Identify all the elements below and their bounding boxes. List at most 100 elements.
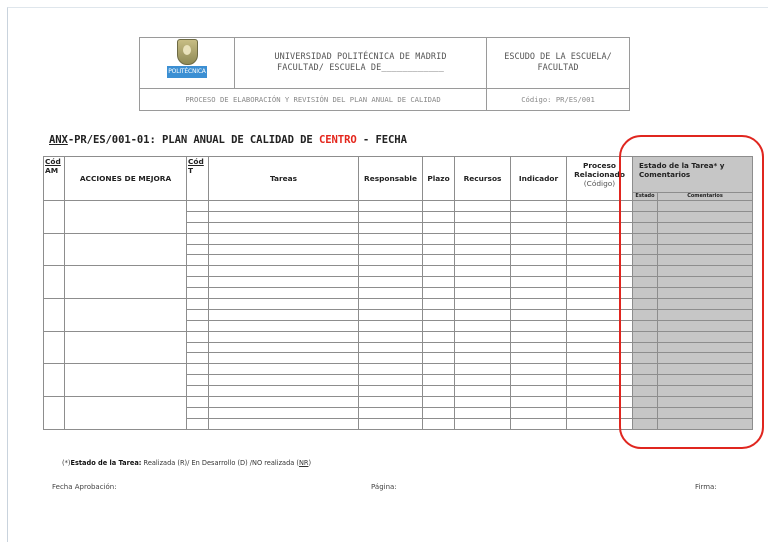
cell-cod-am (43, 298, 65, 332)
table-row (43, 330, 754, 365)
cell-recursos (454, 396, 511, 408)
cell-tarea (208, 363, 359, 376)
cell-accion (64, 396, 187, 430)
cell-tarea (208, 352, 359, 365)
cell-recursos (454, 298, 511, 310)
cell-responsable (358, 265, 423, 278)
col-header-responsable: Responsable (358, 156, 423, 201)
cell-accion (64, 200, 187, 234)
cell-cod-am (43, 200, 65, 234)
cell-responsable (358, 221, 423, 234)
col-header-estado: Estado de la Tarea* y Comentarios (631, 156, 754, 193)
cell-plazo (422, 363, 455, 376)
cell-cod-t (186, 352, 209, 365)
title-part-2: - FECHA (356, 134, 407, 146)
cell-proceso (566, 210, 633, 223)
cell-plazo (422, 319, 455, 332)
cell-comentarios (656, 406, 754, 419)
cell-indicador (510, 254, 567, 267)
cell-comentarios (656, 265, 754, 278)
quality-plan-table: Cód AM ACCIONES DE MEJORA Cód T Tareas Res… (43, 156, 754, 431)
cell-proceso (566, 298, 633, 310)
cell-responsable (358, 298, 423, 310)
col-header-cod-am: Cód AM (43, 156, 65, 201)
footnote-nr: NR (298, 459, 309, 467)
cell-comentarios (656, 254, 754, 267)
cell-tarea (208, 287, 359, 300)
cell-estado (632, 243, 658, 256)
cell-comentarios (656, 417, 754, 431)
cell-responsable (358, 210, 423, 223)
title-prefix: ANX (49, 134, 68, 146)
cell-cod-t (186, 210, 209, 223)
cell-cod-am (43, 265, 65, 300)
cell-tarea (208, 330, 359, 343)
cell-plazo (422, 200, 455, 212)
cell-tarea (208, 254, 359, 267)
signature-label: Firma: (695, 483, 717, 491)
cell-proceso (566, 374, 633, 387)
cell-recursos (454, 243, 511, 256)
cell-responsable (358, 200, 423, 212)
cell-indicador (510, 406, 567, 419)
subheader-estado: Estado (632, 192, 658, 201)
col-header-plazo: Plazo (422, 156, 455, 201)
university-line-1: UNIVERSIDAD POLITÉCNICA DE MADRID (274, 52, 447, 62)
cell-tarea (208, 406, 359, 419)
cell-tarea (208, 308, 359, 321)
cell-indicador (510, 287, 567, 300)
col-header-cod-t: Cód T (186, 156, 209, 201)
cell-proceso (566, 243, 633, 256)
cell-responsable (358, 243, 423, 256)
cell-tarea (208, 210, 359, 223)
cell-plazo (422, 265, 455, 278)
cell-tarea (208, 319, 359, 332)
footnote-label: Estado de la Tarea: (70, 459, 142, 467)
cell-comentarios (656, 287, 754, 300)
cell-indicador (510, 385, 567, 398)
cell-tarea (208, 221, 359, 234)
escudo-line-1: ESCUDO DE LA ESCUELA/ (504, 52, 612, 62)
shield-icon (177, 39, 198, 65)
cell-proceso (566, 265, 633, 278)
cell-plazo (422, 232, 455, 245)
cell-responsable (358, 374, 423, 387)
process-title: PROCESO DE ELABORACIÓN Y REVISIÓN DEL PL… (139, 88, 487, 111)
cell-indicador (510, 417, 567, 431)
cell-recursos (454, 374, 511, 387)
cell-comentarios (656, 221, 754, 234)
cell-plazo (422, 287, 455, 300)
cell-plazo (422, 330, 455, 343)
cell-accion (64, 330, 187, 365)
cell-cod-t (186, 200, 209, 212)
cell-proceso (566, 385, 633, 398)
cell-estado (632, 341, 658, 354)
cell-responsable (358, 330, 423, 343)
cell-estado (632, 221, 658, 234)
cell-plazo (422, 243, 455, 256)
cell-responsable (358, 254, 423, 267)
cell-cod-t (186, 396, 209, 408)
cell-estado (632, 210, 658, 223)
cell-comentarios (656, 319, 754, 332)
cell-proceso (566, 352, 633, 365)
cell-comentarios (656, 341, 754, 354)
cell-comentarios (656, 352, 754, 365)
table-row (43, 265, 754, 300)
col-header-proceso: Proceso Relacionado (Código) (566, 156, 633, 201)
cell-recursos (454, 341, 511, 354)
cell-accion (64, 298, 187, 332)
cell-recursos (454, 265, 511, 278)
title-highlight: CENTRO (318, 134, 357, 146)
cell-estado (632, 352, 658, 365)
cell-cod-t (186, 374, 209, 387)
cell-comentarios (656, 243, 754, 256)
cell-recursos (454, 287, 511, 300)
cell-cod-t (186, 221, 209, 234)
cell-estado (632, 406, 658, 419)
footnote-text: Realizada (R)/ En Desarrollo (D) /NO rea… (141, 459, 299, 467)
title-part-1: -PR/ES/001-01: PLAN ANUAL DE CALIDAD DE (67, 134, 319, 146)
cell-comentarios (656, 200, 754, 212)
cell-accion (64, 363, 187, 398)
cell-cod-t (186, 287, 209, 300)
